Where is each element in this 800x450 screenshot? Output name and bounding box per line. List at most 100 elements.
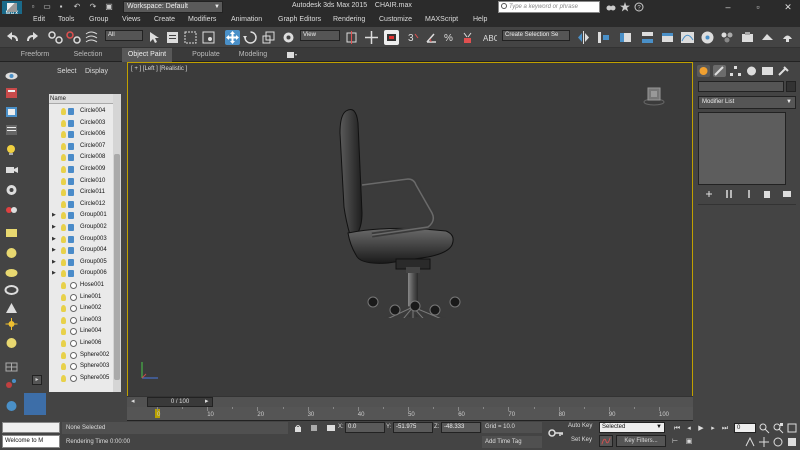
menu-help[interactable]: Help — [473, 16, 487, 23]
hierarchy-panel-icon[interactable] — [729, 65, 742, 77]
list-icon[interactable] — [4, 124, 19, 136]
modifier-stack[interactable] — [698, 112, 786, 185]
x-coordinate-field[interactable]: 0.0 — [345, 422, 385, 433]
select-object-icon[interactable] — [147, 30, 162, 45]
show-end-result-icon[interactable] — [724, 189, 734, 199]
menu-rendering[interactable]: Rendering — [333, 16, 365, 23]
select-and-place-icon[interactable] — [281, 30, 296, 45]
use-pivot-center-icon[interactable] — [344, 30, 359, 45]
keyboard-shortcut-override-icon[interactable] — [384, 30, 399, 45]
list-item[interactable]: ▶ Group002 — [49, 222, 119, 234]
angle-snap-toggle-icon[interactable] — [424, 30, 439, 45]
selection-filter-dropdown[interactable]: All — [105, 30, 143, 41]
column-header-name[interactable]: Name — [49, 94, 119, 104]
visibility-bulb-icon[interactable] — [61, 374, 66, 382]
list-item[interactable]: Circle006 — [49, 129, 119, 141]
orbit-icon[interactable] — [772, 436, 784, 448]
binoculars-icon[interactable] — [606, 2, 616, 12]
field-of-view-icon[interactable] — [744, 436, 756, 448]
visibility-bulb-icon[interactable] — [61, 328, 66, 336]
list-item[interactable]: Circle008 — [49, 152, 119, 164]
visibility-bulb-icon[interactable] — [61, 235, 66, 243]
list-item[interactable]: Line001 — [49, 292, 119, 304]
teapot-icon[interactable] — [4, 337, 19, 349]
close-button[interactable]: ✕ — [776, 0, 800, 14]
make-unique-icon[interactable] — [744, 189, 754, 199]
list-item[interactable]: Circle009 — [49, 164, 119, 176]
viewport-label[interactable]: [ + ] [Left ] [Realistic ] — [131, 66, 187, 72]
tab-selection[interactable]: Selection — [68, 48, 108, 62]
menu-graph-editors[interactable]: Graph Editors — [278, 16, 321, 23]
select-and-manipulate-icon[interactable] — [364, 30, 379, 45]
cone-icon[interactable] — [4, 302, 19, 314]
tab-modeling[interactable]: Modeling — [232, 48, 274, 62]
scene-explorer-toggle-icon[interactable] — [24, 393, 46, 415]
particle-icon[interactable] — [4, 377, 19, 389]
utilities-panel-icon[interactable] — [777, 65, 790, 77]
display-panel-icon[interactable] — [761, 65, 774, 77]
visibility-bulb-icon[interactable] — [61, 212, 66, 220]
modify-panel-icon[interactable] — [713, 65, 726, 77]
configure-modifier-sets-icon[interactable] — [782, 189, 792, 199]
create-panel-icon[interactable] — [697, 65, 710, 77]
pan-view-icon[interactable] — [758, 436, 770, 448]
maximize-viewport-icon[interactable] — [786, 436, 798, 448]
sphere-icon[interactable] — [4, 247, 19, 259]
toggle-layer-explorer-icon[interactable] — [640, 30, 655, 45]
help-icon[interactable]: ? — [634, 2, 644, 12]
set-key-button[interactable]: Set Key — [571, 437, 592, 443]
zoom-extents-icon[interactable] — [786, 422, 798, 434]
material-editor-icon[interactable] — [720, 30, 735, 45]
visibility-bulb-icon[interactable] — [61, 351, 66, 359]
menu-views[interactable]: Views — [122, 16, 141, 23]
cylinder-icon[interactable] — [4, 267, 19, 279]
unlink-selection-icon[interactable] — [66, 30, 81, 45]
visibility-bulb-icon[interactable] — [61, 293, 66, 301]
visibility-bulb-icon[interactable] — [61, 189, 66, 197]
auto-key-button[interactable]: Auto Key — [568, 423, 592, 429]
track-bar[interactable]: 0 10 20 30 40 50 60 70 80 90 100 — [127, 407, 693, 421]
spinner-snap-toggle-icon[interactable] — [460, 30, 475, 45]
current-frame-field[interactable]: 0 — [734, 423, 756, 433]
select-and-scale-icon[interactable] — [261, 30, 276, 45]
list-item[interactable]: ▶ Group004 — [49, 245, 119, 257]
workspace-dropdown[interactable]: Workspace: Default ▼ — [123, 1, 223, 13]
helper-icon[interactable] — [4, 184, 19, 196]
reference-coordinate-dropdown[interactable]: View — [300, 30, 340, 41]
visibility-bulb-icon[interactable] — [61, 282, 66, 289]
scrollbar-thumb[interactable] — [114, 154, 120, 380]
torus-icon[interactable] — [4, 284, 19, 296]
next-frame-icon[interactable]: ▸ — [205, 397, 209, 405]
redo-icon[interactable]: ↷ — [88, 2, 98, 12]
tab-select[interactable]: Select — [57, 68, 76, 75]
list-item[interactable]: Line004 — [49, 326, 119, 338]
redo-icon[interactable] — [24, 30, 39, 45]
list-item[interactable]: Circle012 — [49, 199, 119, 211]
visibility-bulb-icon[interactable] — [61, 166, 66, 173]
undo-icon[interactable] — [6, 30, 21, 45]
edit-named-selection-sets-icon[interactable]: ABC — [482, 30, 497, 45]
list-item[interactable]: Line002 — [49, 303, 119, 315]
modifier-list-dropdown[interactable]: Modifier List ▼ — [698, 96, 796, 109]
align-icon[interactable] — [596, 30, 611, 45]
list-item[interactable]: ▶ Group001 — [49, 210, 119, 222]
select-by-name-icon[interactable] — [165, 30, 180, 45]
visibility-bulb-icon[interactable] — [61, 108, 66, 115]
isolate-selection-icon[interactable] — [310, 424, 318, 432]
visibility-bulb-icon[interactable] — [61, 247, 66, 255]
motion-panel-icon[interactable] — [745, 65, 758, 77]
expand-arrow-icon[interactable]: ▶ — [52, 268, 56, 279]
percent-snap-toggle-icon[interactable]: % — [442, 30, 457, 45]
viewport-left[interactable]: [ + ] [Left ] [Realistic ] — [127, 62, 693, 397]
rectangular-selection-region-icon[interactable] — [183, 30, 198, 45]
explorer-scrollbar[interactable] — [113, 94, 121, 392]
menu-animation[interactable]: Animation — [231, 16, 262, 23]
rendered-frame-window-icon[interactable] — [760, 30, 775, 45]
box-icon[interactable] — [4, 227, 19, 239]
visibility-bulb-icon[interactable] — [61, 305, 66, 313]
ribbon-options-icon[interactable] — [286, 51, 298, 59]
visibility-bulb-icon[interactable] — [61, 270, 66, 278]
chair-model[interactable] — [328, 103, 498, 318]
select-and-rotate-icon[interactable] — [243, 30, 258, 45]
curve-editor-icon[interactable] — [680, 30, 695, 45]
